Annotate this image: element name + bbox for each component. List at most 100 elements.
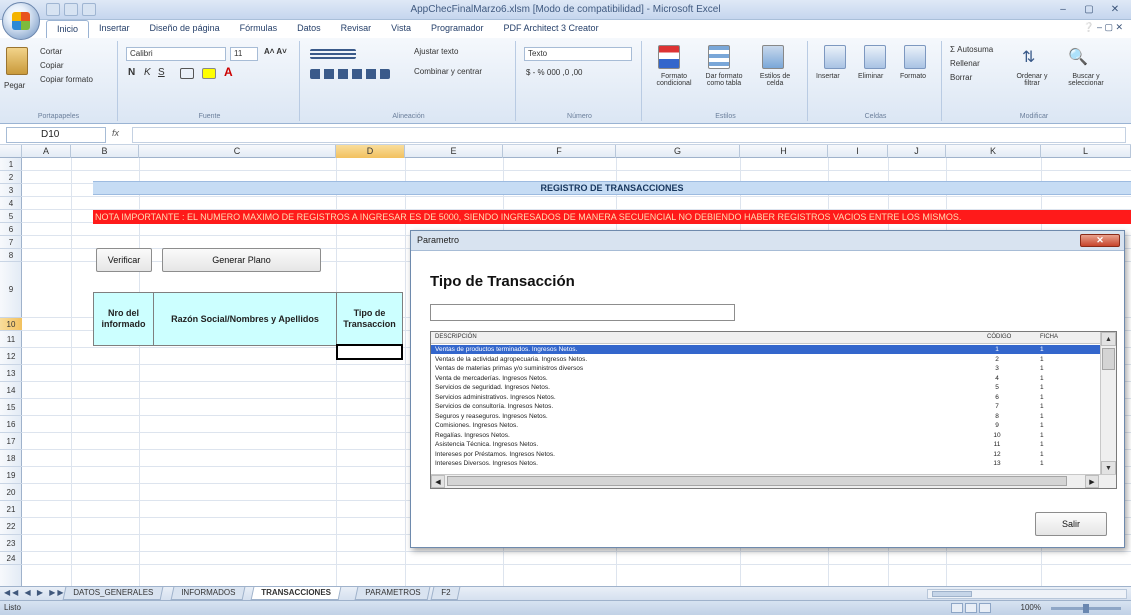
fill-button[interactable]: Rellenar (950, 59, 980, 68)
row-header[interactable]: 4 (0, 197, 22, 210)
exit-button[interactable]: Salir (1035, 512, 1107, 536)
tab-inicio[interactable]: Inicio (46, 20, 90, 38)
list-item[interactable]: Ventas de materias primas y/o suministro… (431, 364, 1100, 373)
tab-vista[interactable]: Vista (381, 20, 421, 38)
verify-button[interactable]: Verificar (96, 248, 152, 272)
tab-diseno-pagina[interactable]: Diseño de página (140, 20, 230, 38)
tab-pdf-architect[interactable]: PDF Architect 3 Creator (494, 20, 609, 38)
copy-button[interactable]: Copiar (40, 61, 64, 70)
grow-font-icon[interactable]: A˄ A˅ (264, 47, 287, 56)
column-header[interactable]: H (740, 145, 828, 158)
dialog-close-button[interactable]: ✕ (1080, 234, 1120, 247)
italic-button[interactable]: K (144, 67, 151, 78)
page-break-view-icon[interactable] (979, 603, 991, 613)
conditional-format-icon[interactable] (658, 45, 680, 69)
row-header[interactable]: 15 (0, 399, 22, 416)
row-header[interactable]: 24 (0, 552, 22, 565)
conditional-format-button[interactable]: Formato condicional (648, 73, 700, 87)
row-header[interactable]: 9 (0, 262, 22, 318)
help-icon[interactable]: ❔ – ▢ ✕ (1083, 22, 1123, 33)
row-header[interactable]: 23 (0, 535, 22, 552)
merge-center-button[interactable]: Combinar y centrar (414, 67, 482, 76)
name-box[interactable]: D10 (6, 127, 106, 143)
zoom-slider[interactable] (1051, 604, 1121, 613)
row-header[interactable]: 20 (0, 484, 22, 501)
tab-datos[interactable]: Datos (287, 20, 331, 38)
transaction-type-list[interactable]: DESCRIPCIÓN CÓDIGO FICHA Ventas de produ… (430, 331, 1117, 489)
fill-color-icon[interactable] (202, 68, 216, 79)
row-header[interactable]: 10 (0, 318, 22, 331)
zoom-level[interactable]: 100% (1021, 603, 1041, 612)
row-header[interactable]: 16 (0, 416, 22, 433)
close-window-button[interactable]: ✕ (1103, 2, 1127, 17)
row-header[interactable]: 21 (0, 501, 22, 518)
scroll-left-icon[interactable]: ◀ (431, 475, 445, 488)
select-all-corner[interactable] (0, 145, 22, 158)
insert-cells-button[interactable]: Insertar (816, 73, 840, 80)
scroll-up-icon[interactable]: ▲ (1101, 332, 1116, 346)
tab-formulas[interactable]: Fórmulas (230, 20, 288, 38)
normal-view-icon[interactable] (951, 603, 963, 613)
minimize-button[interactable]: – (1051, 2, 1075, 17)
row-header[interactable]: 19 (0, 467, 22, 484)
list-item[interactable]: Ventas de la actividad agropecuaria. Ing… (431, 355, 1100, 364)
table-format-icon[interactable] (708, 45, 730, 69)
column-header[interactable]: C (139, 145, 336, 158)
sort-filter-button[interactable]: Ordenar y filtrar (1008, 73, 1056, 87)
sheet-nav-arrows-icon[interactable]: ◀◀ ◀ ▶ ▶▶ (4, 588, 66, 597)
h-scroll-thumb[interactable] (447, 476, 1067, 486)
scroll-right-icon[interactable]: ▶ (1085, 475, 1099, 488)
format-painter-button[interactable]: Copiar formato (40, 75, 93, 84)
row-header[interactable]: 11 (0, 331, 22, 348)
bold-button[interactable]: N (128, 67, 135, 78)
sheet-tab-informados[interactable]: INFORMADOS (170, 587, 246, 600)
underline-button[interactable]: S (158, 67, 165, 78)
find-select-icon[interactable]: 🔍 (1068, 47, 1088, 67)
row-header[interactable]: 6 (0, 223, 22, 236)
sheet-horizontal-scrollbar[interactable] (927, 589, 1127, 599)
fx-icon[interactable]: fx (112, 128, 119, 138)
align-text-icon[interactable] (310, 69, 390, 79)
list-item[interactable]: Servicios administrativos. Ingresos Neto… (431, 393, 1100, 402)
office-button[interactable] (2, 2, 40, 40)
sort-filter-icon[interactable]: ⇅ (1022, 47, 1035, 67)
scroll-down-icon[interactable]: ▼ (1101, 461, 1116, 475)
list-item[interactable]: Servicios de consultoría. Ingresos Netos… (431, 402, 1100, 411)
paste-icon[interactable] (6, 47, 28, 75)
delete-cells-icon[interactable] (864, 45, 886, 69)
paste-button[interactable]: Pegar (4, 81, 25, 90)
sheet-scroll-thumb[interactable] (932, 591, 972, 597)
list-item[interactable]: Comisiones. Ingresos Netos. 9 1 (431, 421, 1100, 430)
wrap-text-button[interactable]: Ajustar texto (414, 47, 458, 56)
list-item[interactable]: Servicios de seguridad. Ingresos Netos. 5… (431, 383, 1100, 392)
row-header[interactable]: 2 (0, 171, 22, 184)
column-header[interactable]: I (828, 145, 888, 158)
list-item[interactable]: Asistencia Técnica. Ingresos Netos. 11 1 (431, 440, 1100, 449)
column-header[interactable]: K (946, 145, 1041, 158)
sheet-tab-transacciones[interactable]: TRANSACCIONES (250, 587, 342, 600)
generate-file-button[interactable]: Generar Plano (162, 248, 321, 272)
sheet-tab-datos-generales[interactable]: DATOS_GENERALES (62, 587, 164, 600)
borders-icon[interactable] (180, 68, 194, 79)
number-format-icons[interactable]: $ - % 000 ,0 ,00 (526, 68, 582, 77)
list-item[interactable]: Ventas de productos terminados. Ingresos… (431, 344, 1101, 355)
scroll-thumb[interactable] (1102, 348, 1115, 370)
tab-insertar[interactable]: Insertar (89, 20, 140, 38)
row-header[interactable]: 1 (0, 158, 22, 171)
list-vertical-scrollbar[interactable]: ▲ ▼ (1100, 332, 1116, 475)
font-size-select[interactable]: 11 (230, 47, 258, 61)
row-header[interactable]: 7 (0, 236, 22, 249)
insert-cells-icon[interactable] (824, 45, 846, 69)
tab-revisar[interactable]: Revisar (331, 20, 382, 38)
cell-styles-button[interactable]: Estilos de celda (752, 73, 798, 87)
format-cells-icon[interactable] (904, 45, 926, 69)
restore-button[interactable]: ▢ (1077, 2, 1101, 17)
row-header[interactable]: 3 (0, 184, 22, 197)
dialog-search-input[interactable] (430, 304, 735, 321)
list-item[interactable]: Venta de mercaderías. Ingresos Netos. 4 1 (431, 374, 1100, 383)
list-item[interactable]: Intereses Diversos. Ingresos Netos. 13 1 (431, 459, 1100, 468)
row-header[interactable]: 8 (0, 249, 22, 262)
row-header[interactable]: 5 (0, 210, 22, 223)
list-item[interactable]: Intereses por Préstamos. Ingresos Netos.… (431, 450, 1100, 459)
format-cells-button[interactable]: Formato (900, 73, 926, 80)
